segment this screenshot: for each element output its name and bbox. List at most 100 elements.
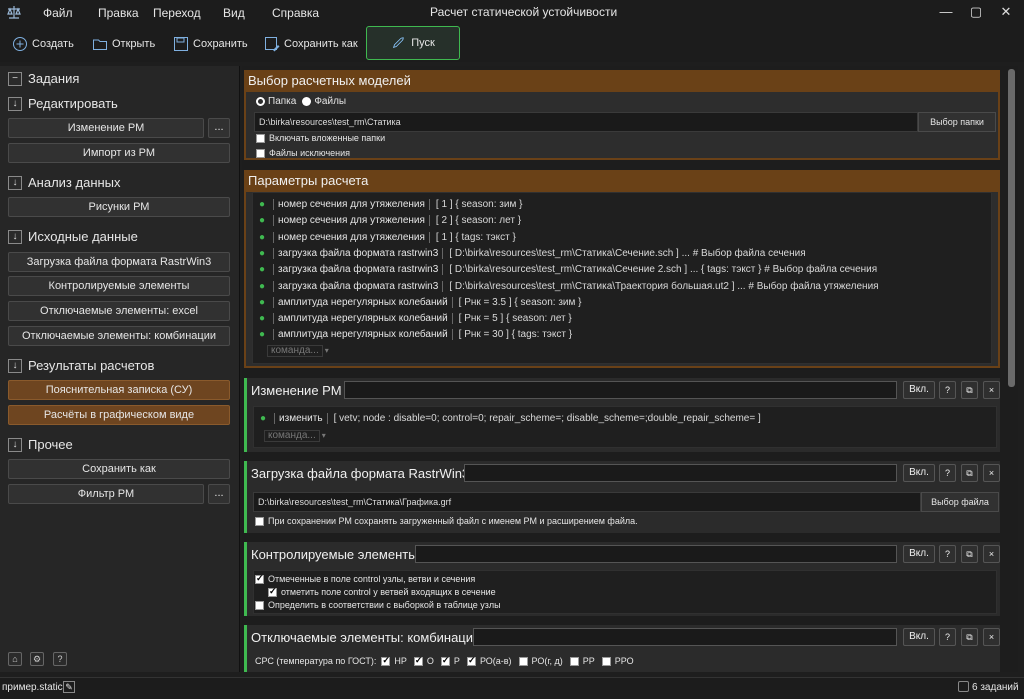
models-path-field[interactable]: D:\birka\resources\test_rm\Статика	[254, 112, 918, 132]
command-input[interactable]: команда... ▾	[264, 428, 326, 443]
scrollbar-thumb[interactable]	[1008, 69, 1015, 387]
param-keyword[interactable]: амплитуда нерегулярных колебаний	[273, 329, 453, 341]
section-source[interactable]: ↓ Исходные данные	[8, 229, 138, 244]
section-analysis[interactable]: ↓ Анализ данных	[8, 175, 121, 190]
checkbox-icon[interactable]	[255, 573, 264, 584]
exclude-files-checkbox[interactable]: Файлы исключения	[256, 148, 350, 158]
radio-folder[interactable]	[256, 97, 265, 106]
enable-button[interactable]: Вкл.	[903, 545, 935, 563]
checkbox-icon[interactable]	[440, 655, 450, 666]
param-row[interactable]: ● загрузка файла формата rastrwin3 [ D:\bi…	[257, 279, 879, 294]
menu-help[interactable]: Справка	[272, 6, 319, 20]
tasks-header[interactable]: − Задания	[8, 71, 79, 86]
checkbox-icon[interactable]	[256, 133, 265, 143]
section-other[interactable]: ↓ Прочее	[8, 437, 73, 452]
controlled-name-field[interactable]	[415, 545, 897, 563]
param-keyword[interactable]: загрузка файла формата rastrwin3	[273, 247, 444, 259]
param-keyword[interactable]: загрузка файла формата rastrwin3	[273, 264, 444, 276]
filter-rm-more-button[interactable]: ...	[208, 484, 230, 504]
graph-calc-button[interactable]: Расчёты в графическом виде	[8, 405, 230, 425]
close-window-button[interactable]: ✕	[995, 3, 1017, 21]
enable-button[interactable]: Вкл.	[903, 381, 935, 399]
save-as-button[interactable]: Сохранить как	[262, 30, 360, 58]
srs-option[interactable]: РР	[569, 656, 595, 666]
checkbox-icon[interactable]	[256, 148, 265, 158]
menu-edit[interactable]: Правка	[98, 6, 139, 20]
choose-folder-button[interactable]: Выбор папки	[918, 112, 996, 132]
param-keyword[interactable]: загрузка файла формата rastrwin3	[273, 280, 444, 292]
open-button[interactable]: Открыть	[90, 30, 157, 58]
off-excel-button[interactable]: Отключаемые элементы: excel	[8, 301, 230, 321]
close-panel-button[interactable]: ×	[983, 381, 1000, 399]
change-rm-more-button[interactable]: ...	[208, 118, 230, 138]
param-keyword[interactable]: номер сечения для утяжеления	[273, 215, 430, 227]
param-args[interactable]: [ D:\birka\resources\test_rm\Статика\Сеч…	[449, 264, 877, 275]
param-args[interactable]: [ 1 ] { season: зим }	[436, 199, 523, 210]
copy-icon[interactable]: ⧉	[961, 545, 978, 563]
srs-option[interactable]: РО(а-в)	[466, 655, 512, 666]
copy-icon[interactable]: ⧉	[961, 628, 978, 646]
srs-option[interactable]: РРО	[601, 656, 634, 666]
help-button[interactable]: ?	[939, 381, 956, 399]
param-row[interactable]: ● амплитуда нерегулярных колебаний [ Рнк =…	[257, 327, 572, 342]
radio-folder-label[interactable]: Папка	[268, 96, 296, 107]
import-rm-button[interactable]: Импорт из РМ	[8, 143, 230, 163]
help-button[interactable]: ?	[939, 545, 956, 563]
param-args[interactable]: [ 1 ] { tags: тэкст }	[436, 232, 516, 243]
load-rastr-name-field[interactable]	[464, 464, 897, 482]
command-args[interactable]: [ vetv; node : disable=0; control=0; rep…	[334, 413, 761, 424]
vertical-scrollbar[interactable]	[1006, 66, 1018, 672]
param-row[interactable]: ● номер сечения для утяжеления [ 1 ] { tag…	[257, 230, 516, 245]
checkbox-icon[interactable]	[466, 655, 476, 666]
param-args[interactable]: [ 2 ] { season: лет }	[436, 215, 521, 226]
help-button[interactable]: ?	[939, 464, 956, 482]
param-keyword[interactable]: номер сечения для утяжеления	[273, 199, 430, 210]
include-sub-checkbox[interactable]: Включать вложенные папки	[256, 133, 385, 143]
filter-rm-button[interactable]: Фильтр РМ	[8, 484, 204, 504]
command-placeholder[interactable]: команда...	[264, 429, 320, 442]
radio-files[interactable]	[302, 97, 312, 106]
grf-path-field[interactable]: D:\birka\resources\test_rm\Статика\Графи…	[253, 492, 921, 512]
maximize-button[interactable]: ▢	[965, 3, 987, 21]
gear-icon[interactable]: ⚙	[30, 652, 44, 666]
param-keyword[interactable]: номер сечения для утяжеления	[273, 231, 430, 243]
menu-view[interactable]: Вид	[223, 6, 245, 20]
help-icon[interactable]: ?	[53, 652, 67, 666]
help-button[interactable]: ?	[939, 628, 956, 646]
command-row[interactable]: ● изменить [ vetv; node : disable=0; contr…	[258, 411, 761, 426]
menu-file[interactable]: Файл	[43, 6, 73, 20]
param-row[interactable]: ● номер сечения для утяжеления [ 2 ] { sea…	[257, 213, 521, 228]
param-args[interactable]: [ D:\birka\resources\test_rm\Статика\Тра…	[449, 281, 878, 292]
radio-files-label[interactable]: Файлы	[314, 96, 346, 107]
mark-incoming-checkbox[interactable]: отметить поле control у ветвей входящих …	[268, 586, 496, 597]
checkbox-icon[interactable]	[268, 586, 277, 597]
checkbox-icon[interactable]	[381, 655, 391, 666]
checkbox-icon[interactable]	[518, 656, 528, 666]
param-row[interactable]: ● амплитуда нерегулярных колебаний [ Рнк =…	[257, 311, 572, 326]
srs-option[interactable]: РО(г, д)	[518, 656, 563, 666]
command-keyword[interactable]: изменить	[274, 413, 328, 424]
controlled-button[interactable]: Контролируемые элементы	[8, 276, 230, 296]
dropdown-icon[interactable]: ▾	[325, 346, 329, 355]
marked-control-checkbox[interactable]: Отмеченные в поле control узлы, ветви и …	[255, 573, 475, 584]
param-keyword[interactable]: амплитуда нерегулярных колебаний	[273, 296, 453, 308]
change-rm-name-field[interactable]	[344, 381, 897, 399]
copy-icon[interactable]: ⧉	[961, 464, 978, 482]
pictures-rm-button[interactable]: Рисунки РМ	[8, 197, 230, 217]
explanatory-note-button[interactable]: Пояснительная записка (СУ)	[8, 380, 230, 400]
checkbox-icon[interactable]	[255, 600, 264, 610]
close-panel-button[interactable]: ×	[983, 545, 1000, 563]
checkbox-icon[interactable]	[255, 516, 264, 526]
param-keyword[interactable]: амплитуда нерегулярных колебаний	[273, 313, 453, 325]
param-args[interactable]: [ Рнк = 5 ] { season: лет }	[459, 313, 572, 324]
off-combinations-button[interactable]: Отключаемые элементы: комбинации	[8, 326, 230, 346]
menu-go[interactable]: Переход	[153, 6, 201, 20]
change-rm-button[interactable]: Изменение РМ	[8, 118, 204, 138]
section-edit[interactable]: ↓ Редактировать	[8, 96, 118, 111]
param-args[interactable]: [ Рнк = 30 ] { tags: тэкст }	[459, 329, 572, 340]
srs-option[interactable]: Р	[440, 655, 460, 666]
srs-option[interactable]: НР	[381, 655, 407, 666]
dropdown-icon[interactable]: ▾	[322, 431, 326, 440]
param-row[interactable]: ● загрузка файла формата rastrwin3 [ D:\bi…	[257, 246, 806, 261]
param-row[interactable]: ● загрузка файла формата rastrwin3 [ D:\bi…	[257, 262, 877, 277]
